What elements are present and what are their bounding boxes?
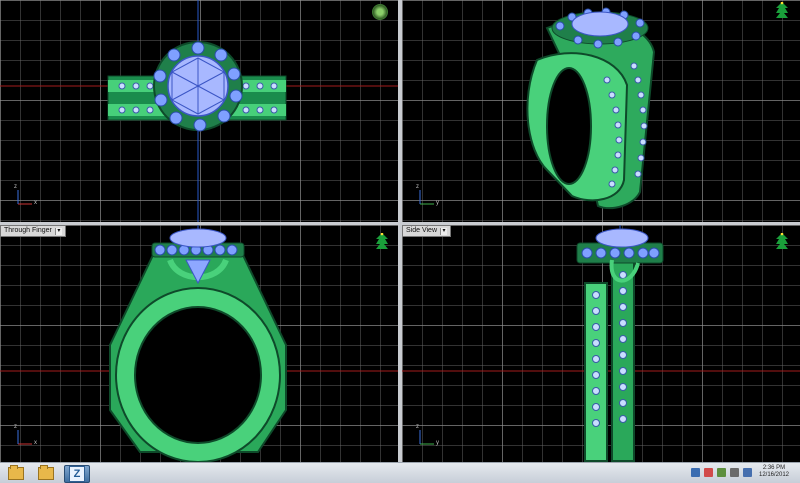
taskbar-app-z[interactable]: Z: [64, 465, 90, 483]
taskbar-clock[interactable]: 2:36 PM 12/16/2012: [754, 465, 794, 479]
top-view-scene: [0, 0, 398, 222]
side-view-scene: [402, 225, 800, 462]
taskbar-app-folder-2[interactable]: [34, 464, 58, 481]
axis-z-label: z: [14, 424, 17, 430]
axis-z-label: z: [416, 184, 419, 190]
front-view-scene: [0, 225, 398, 462]
viewport-side-view[interactable]: Side View ▾ y z: [402, 225, 800, 462]
tree-icon: [376, 233, 388, 249]
viewport-through-finger[interactable]: Through Finger ▾ x z: [0, 225, 398, 462]
system-tray[interactable]: [691, 468, 752, 477]
chevron-down-icon[interactable]: ▾: [440, 227, 448, 235]
alert-icon[interactable]: [704, 468, 713, 477]
axis-z-label: z: [416, 424, 419, 430]
perspective-scene: [526, 7, 656, 210]
clock-time: 2:36 PM: [762, 465, 786, 471]
battery-icon[interactable]: [717, 468, 726, 477]
display-icon[interactable]: [743, 468, 752, 477]
axis-z-label: z: [14, 184, 17, 190]
viewport-top[interactable]: x z: [0, 0, 398, 222]
clock-date: 12/16/2012: [758, 472, 790, 478]
z-icon: Z: [69, 466, 85, 482]
viewport-label[interactable]: Side View ▾: [402, 225, 452, 237]
axis-gizmo: x z: [14, 424, 38, 448]
axis-y-label: y: [436, 200, 439, 206]
viewport-label-text: Side View: [406, 227, 438, 234]
folder-icon: [8, 464, 24, 480]
taskbar-app-folder-1[interactable]: [4, 464, 28, 481]
tree-icon: [776, 233, 788, 249]
volume-icon[interactable]: [730, 468, 739, 477]
axis-x-label: x: [34, 200, 37, 206]
axis-x-label: x: [34, 440, 37, 446]
tree-icon: [776, 2, 788, 18]
viewport-perspective[interactable]: y z: [402, 0, 800, 222]
folder-icon: [38, 464, 54, 480]
navigation-cube-icon[interactable]: [372, 4, 388, 20]
axis-gizmo: y z: [416, 184, 440, 208]
taskbar: Z 2:36 PM 12/16/2012: [0, 462, 800, 483]
viewport-label-text: Through Finger: [4, 227, 52, 234]
viewport-label[interactable]: Through Finger ▾: [0, 225, 66, 237]
axis-gizmo: y z: [416, 424, 440, 448]
axis-gizmo: x z: [14, 184, 38, 208]
axis-y-label: y: [436, 440, 439, 446]
network-icon[interactable]: [691, 468, 700, 477]
chevron-down-icon[interactable]: ▾: [54, 227, 62, 235]
